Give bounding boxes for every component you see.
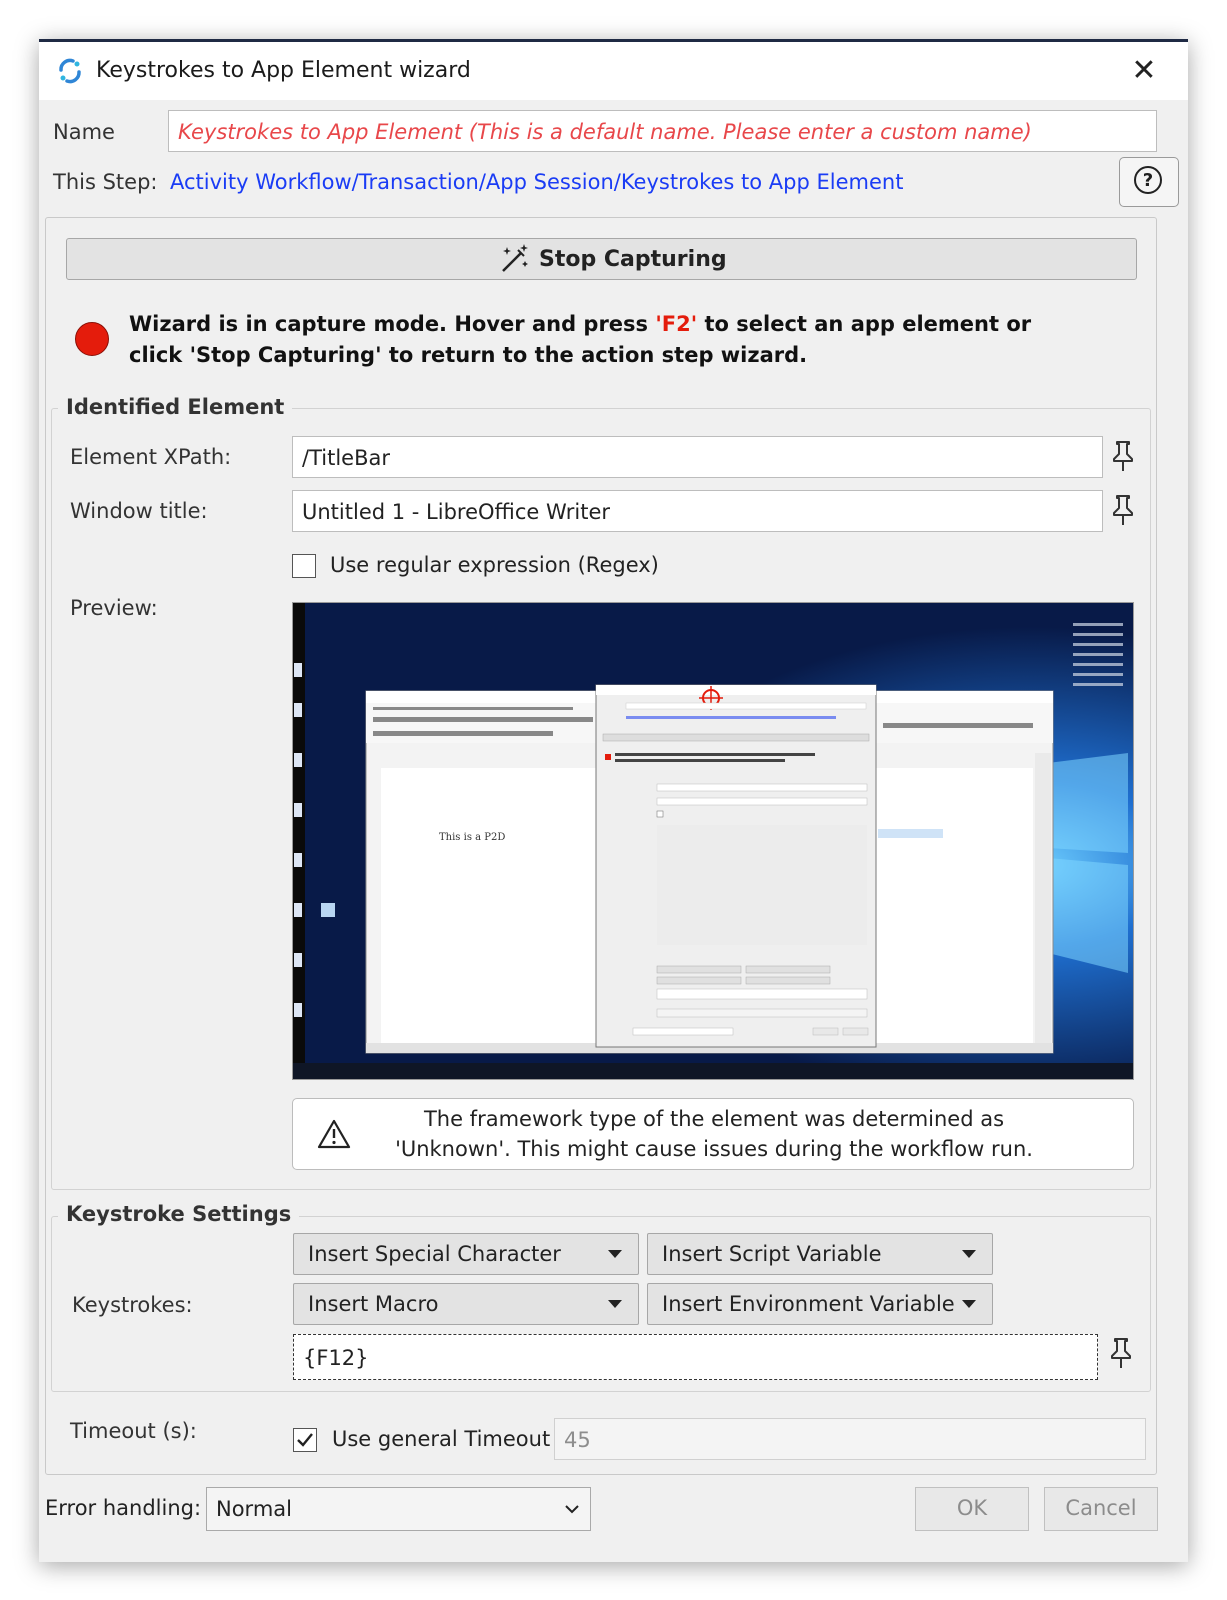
window-title: Keystrokes to App Element wizard: [96, 58, 471, 83]
title-bar: Keystrokes to App Element wizard ✕: [39, 42, 1188, 100]
stop-capturing-button[interactable]: Stop Capturing: [66, 238, 1137, 280]
general-timeout-label: Use general Timeout: [332, 1427, 551, 1451]
dropdown-arrow-icon: [962, 1250, 976, 1258]
step-path-link[interactable]: Activity Workflow/Transaction/App Sessio…: [170, 170, 903, 194]
xpath-label: Element XPath:: [70, 445, 232, 469]
ok-button[interactable]: OK: [915, 1487, 1029, 1531]
recording-indicator: [75, 322, 109, 356]
cancel-label: Cancel: [1065, 1496, 1137, 1520]
insert-environment-variable-label: Insert Environment Variable: [662, 1292, 955, 1316]
regex-checkbox[interactable]: [292, 554, 316, 578]
framework-warning: The framework type of the element was de…: [292, 1098, 1134, 1170]
capture-message-line2: click 'Stop Capturing' to return to the …: [129, 343, 808, 367]
error-handling-value: Normal: [216, 1497, 292, 1521]
insert-script-variable-dropdown[interactable]: Insert Script Variable: [647, 1233, 993, 1275]
xpath-value: /TitleBar: [302, 446, 390, 470]
timeout-input[interactable]: 45: [554, 1418, 1146, 1460]
keystrokes-label: Keystrokes:: [72, 1293, 193, 1317]
help-button[interactable]: ?: [1119, 157, 1179, 207]
desktop-screenshot: This is a P2D: [293, 603, 1133, 1079]
dropdown-arrow-icon: [962, 1300, 976, 1308]
wizard-dialog: Keystrokes to App Element wizard ✕ Name …: [39, 39, 1188, 1562]
cancel-button[interactable]: Cancel: [1044, 1487, 1158, 1531]
keystrokes-input[interactable]: {F12}: [293, 1334, 1098, 1380]
name-label: Name: [53, 120, 115, 144]
regex-label: Use regular expression (Regex): [330, 553, 659, 577]
error-handling-select[interactable]: Normal: [206, 1487, 591, 1531]
stop-capturing-label: Stop Capturing: [539, 247, 727, 272]
dropdown-arrow-icon: [608, 1300, 622, 1308]
name-input[interactable]: Keystrokes to App Element (This is a def…: [168, 110, 1157, 152]
capture-key: 'F2': [655, 312, 698, 336]
pin-icon[interactable]: [1110, 440, 1136, 472]
pin-icon[interactable]: [1110, 494, 1136, 526]
preview-label: Preview:: [70, 596, 158, 620]
keystrokes-value: {F12}: [303, 1346, 369, 1370]
insert-script-variable-label: Insert Script Variable: [662, 1242, 882, 1266]
window-title-input[interactable]: Untitled 1 - LibreOffice Writer: [292, 490, 1103, 532]
name-placeholder: Keystrokes to App Element (This is a def…: [178, 120, 1032, 144]
keystroke-settings-title: Keystroke Settings: [58, 1202, 300, 1226]
error-handling-label: Error handling:: [45, 1496, 202, 1520]
xpath-input[interactable]: /TitleBar: [292, 436, 1103, 478]
dropdown-arrow-icon: [608, 1250, 622, 1258]
app-logo-icon: [59, 58, 81, 84]
capture-message-part1: Wizard is in capture mode. Hover and pre…: [129, 312, 656, 336]
magic-wand-icon: [502, 244, 528, 272]
warning-line2: 'Unknown'. This might cause issues durin…: [395, 1137, 1033, 1161]
preview-doc-text: This is a P2D: [439, 832, 505, 843]
window-title-label: Window title:: [70, 499, 208, 523]
capture-message-line1: Wizard is in capture mode. Hover and pre…: [129, 312, 1031, 336]
timeout-value: 45: [564, 1428, 591, 1452]
insert-special-character-label: Insert Special Character: [308, 1242, 561, 1266]
insert-environment-variable-dropdown[interactable]: Insert Environment Variable: [647, 1283, 993, 1325]
insert-macro-label: Insert Macro: [308, 1292, 439, 1316]
identified-element-title: Identified Element: [58, 395, 293, 419]
this-step-label: This Step:: [53, 170, 158, 194]
insert-special-character-dropdown[interactable]: Insert Special Character: [293, 1233, 639, 1275]
general-timeout-checkbox[interactable]: [293, 1428, 317, 1452]
checkmark-icon: [297, 1433, 313, 1447]
warning-line1: The framework type of the element was de…: [423, 1107, 1005, 1131]
ok-label: OK: [956, 1496, 988, 1520]
insert-macro-dropdown[interactable]: Insert Macro: [293, 1283, 639, 1325]
close-icon[interactable]: ✕: [1124, 51, 1164, 91]
help-icon: ?: [1134, 166, 1162, 194]
capture-message-part2: to select an app element or: [697, 312, 1032, 336]
chevron-down-icon: [565, 1505, 579, 1514]
preview-image: This is a P2D: [292, 602, 1134, 1080]
pin-icon[interactable]: [1108, 1337, 1134, 1369]
timeout-label: Timeout (s):: [70, 1419, 197, 1443]
window-title-value: Untitled 1 - LibreOffice Writer: [302, 500, 611, 524]
